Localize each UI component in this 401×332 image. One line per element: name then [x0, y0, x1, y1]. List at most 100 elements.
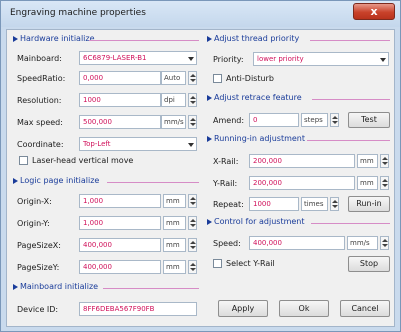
max-speed-input[interactable]: 500,000: [79, 115, 161, 129]
coordinate-label: Coordinate:: [17, 140, 64, 149]
repeat-label: Repeat:: [213, 200, 244, 209]
window-title: Engraving machine properties: [10, 8, 146, 18]
cancel-button[interactable]: Cancel: [340, 300, 390, 317]
apply-button[interactable]: Apply: [218, 300, 268, 317]
y-rail-spinner[interactable]: [380, 176, 389, 190]
mainboard-group-label: Mainboard initialize: [20, 282, 99, 291]
thread-priority-group-title: Adjust thread priority: [207, 34, 299, 43]
origin-x-input[interactable]: 1,000: [79, 194, 161, 208]
speed-ratio-spinner[interactable]: [188, 71, 197, 85]
speed-ratio-input[interactable]: 0,000: [79, 71, 161, 85]
group-divider: [311, 223, 390, 224]
origin-x-unit: mm: [163, 194, 186, 208]
x-rail-input[interactable]: 200,000: [249, 154, 355, 168]
max-speed-label: Max speed:: [17, 118, 63, 127]
select-y-rail-label: Select Y-Rail: [226, 259, 275, 268]
run-in-button[interactable]: Run-in: [348, 196, 390, 212]
page-size-x-unit: mm: [163, 238, 186, 252]
origin-y-spinner[interactable]: [188, 216, 197, 230]
vertical-move-checkbox[interactable]: [19, 156, 28, 165]
logic-page-group-title: Logic page initialize: [13, 176, 99, 185]
speed-unit: mm/s: [347, 236, 378, 250]
chevron-down-icon: [380, 58, 386, 62]
select-y-rail-checkbox[interactable]: [213, 259, 222, 268]
vertical-move-label: Laser-head vertical move: [32, 156, 134, 165]
device-id-input[interactable]: 8FF6DEBA567F90FB: [79, 302, 197, 316]
triangle-icon: [207, 94, 212, 101]
y-rail-unit: mm: [357, 176, 378, 190]
speed-input[interactable]: 400,000: [249, 236, 345, 250]
origin-x-label: Origin-X:: [17, 197, 52, 206]
ok-button[interactable]: Ok: [279, 300, 329, 317]
title-bar[interactable]: Engraving machine properties x: [1, 1, 400, 27]
repeat-spinner[interactable]: [330, 197, 339, 211]
resolution-label: Resolution:: [17, 96, 62, 105]
running-in-group-label: Running-in adjustment: [214, 134, 306, 143]
coordinate-select[interactable]: Top-Left: [79, 137, 197, 151]
mainboard-group-title: Mainboard initialize: [13, 282, 98, 291]
anti-disturb-label: Anti-Disturb: [226, 74, 274, 83]
group-divider: [103, 288, 199, 289]
mainboard-select[interactable]: 6C6879-LASER-B1: [79, 51, 197, 65]
priority-value: lower priority: [257, 55, 304, 63]
priority-label: Priority:: [213, 55, 244, 64]
mainboard-value: 6C6879-LASER-B1: [83, 54, 147, 62]
stop-button[interactable]: Stop: [348, 256, 390, 272]
speed-spinner[interactable]: [380, 236, 389, 250]
amend-label: Amend:: [213, 116, 245, 125]
hardware-group-title: Hardware initialize: [13, 34, 95, 43]
retrace-group-title: Adjust retrace feature: [207, 93, 302, 102]
speed-label: Speed:: [213, 239, 241, 248]
speed-ratio-label: SpeedRatio:: [17, 74, 66, 83]
priority-select[interactable]: lower priority: [253, 52, 389, 66]
logic-page-group-label: Logic page initialize: [20, 176, 100, 185]
resolution-input[interactable]: 1000: [79, 93, 161, 107]
mainboard-label: Mainboard:: [17, 54, 62, 63]
thread-priority-group-label: Adjust thread priority: [214, 34, 300, 43]
page-size-y-input[interactable]: 400,000: [79, 260, 161, 274]
page-size-x-spinner[interactable]: [188, 238, 197, 252]
coordinate-value: Top-Left: [83, 140, 111, 148]
retrace-group-label: Adjust retrace feature: [214, 93, 302, 102]
speed-ratio-unit: Auto: [161, 71, 186, 85]
chevron-down-icon: [188, 57, 194, 61]
amend-unit: steps: [301, 113, 328, 127]
group-divider: [107, 182, 199, 183]
page-size-y-spinner[interactable]: [188, 260, 197, 274]
x-rail-label: X-Rail:: [213, 157, 239, 166]
group-divider: [310, 40, 390, 41]
y-rail-label: Y-Rail:: [213, 179, 238, 188]
control-group-label: Control for adjustment: [214, 217, 305, 226]
x-rail-unit: mm: [357, 154, 378, 168]
x-rail-spinner[interactable]: [380, 154, 389, 168]
dialog-client: Hardware initialize Mainboard: 6C6879-LA…: [6, 29, 395, 327]
max-speed-unit: mm/s: [161, 115, 186, 129]
page-size-x-input[interactable]: 400,000: [79, 238, 161, 252]
properties-window: Engraving machine properties x Hardware …: [0, 0, 401, 332]
amend-input[interactable]: 0: [249, 113, 299, 127]
group-divider: [312, 99, 390, 100]
repeat-input[interactable]: 1000: [249, 197, 299, 211]
origin-x-spinner[interactable]: [188, 194, 197, 208]
group-divider: [89, 40, 199, 41]
hardware-group-label: Hardware initialize: [20, 34, 95, 43]
y-rail-input[interactable]: 200,000: [249, 176, 355, 190]
repeat-unit: times: [301, 197, 328, 211]
device-id-label: Device ID:: [17, 305, 59, 314]
resolution-spinner[interactable]: [188, 93, 197, 107]
chevron-down-icon: [188, 143, 194, 147]
page-size-x-label: PageSizeX:: [17, 241, 61, 250]
test-button[interactable]: Test: [348, 112, 390, 128]
control-group-title: Control for adjustment: [207, 217, 305, 226]
close-button[interactable]: x: [353, 3, 395, 20]
amend-spinner[interactable]: [330, 113, 339, 127]
triangle-icon: [207, 218, 212, 225]
triangle-icon: [13, 35, 18, 42]
origin-y-label: Origin-Y:: [17, 219, 50, 228]
page-size-y-label: PageSizeY:: [17, 263, 60, 272]
group-divider: [307, 140, 390, 141]
triangle-icon: [207, 35, 212, 42]
anti-disturb-checkbox[interactable]: [213, 74, 222, 83]
max-speed-spinner[interactable]: [188, 115, 197, 129]
origin-y-input[interactable]: 1,000: [79, 216, 161, 230]
